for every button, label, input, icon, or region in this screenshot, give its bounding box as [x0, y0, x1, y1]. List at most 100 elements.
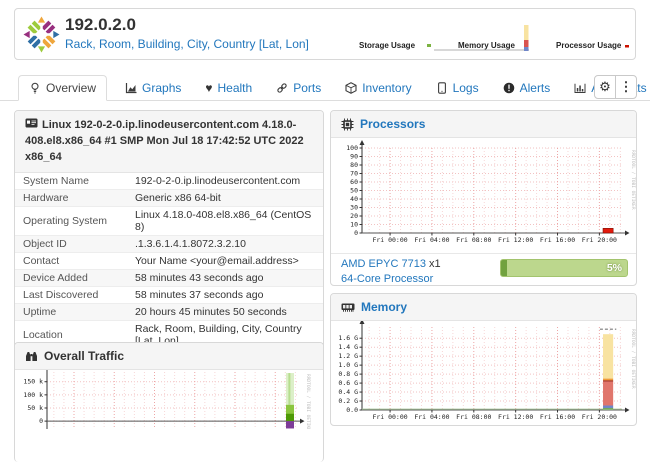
device-header-panel: 192.0.2.0 Rack, Room, Building, City, Co…	[14, 8, 636, 60]
kebab-menu-icon: ⋮	[620, 79, 633, 95]
svg-text:1.0 G: 1.0 G	[338, 361, 358, 369]
tablet-icon	[436, 82, 448, 94]
svg-text:60: 60	[350, 178, 358, 186]
svg-text:0.0: 0.0	[346, 406, 358, 414]
svg-text:0: 0	[39, 417, 43, 425]
row-value: Your Name <your@email.address>	[127, 252, 323, 269]
memory-graph[interactable]: 0.00.2 G0.4 G0.6 G0.8 G1.0 G1.2 G1.4 G1.…	[331, 321, 636, 431]
svg-text:1.2 G: 1.2 G	[338, 352, 358, 360]
svg-text:70: 70	[350, 170, 358, 178]
tab-inventory[interactable]: Inventory	[343, 76, 413, 100]
row-value: 20 hours 45 minutes 50 seconds	[127, 303, 323, 320]
device-title: 192.0.2.0	[65, 15, 136, 35]
svg-text:Fri 16:00: Fri 16:00	[540, 236, 575, 244]
svg-text:10: 10	[350, 221, 358, 229]
row-label: Object ID	[15, 235, 127, 252]
cpu-row: AMD EPYC 7713 x1 64-Core Processor 5%	[331, 253, 636, 291]
memory-panel-header: Memory	[331, 294, 636, 321]
svg-text:150 k: 150 k	[23, 378, 43, 386]
svg-text:100: 100	[346, 144, 358, 152]
svg-text:50: 50	[350, 187, 358, 195]
svg-text:0.2 G: 0.2 G	[338, 397, 358, 405]
table-row: Device Added58 minutes 43 seconds ago	[15, 269, 323, 286]
svg-text:Fri 04:00: Fri 04:00	[414, 236, 449, 244]
processor-usage-sparkline[interactable]	[623, 44, 631, 50]
overall-traffic-graph[interactable]: 0 50 k 100 k 150 k RRDTOOL / TOBI OETIKER	[15, 370, 323, 434]
svg-text:1.4 G: 1.4 G	[338, 343, 358, 351]
memory-icon	[341, 301, 355, 313]
traffic-panel-title: Overall Traffic	[44, 349, 124, 363]
link-icon	[276, 82, 288, 94]
svg-text:RRDTOOL / TOBI OETIKER: RRDTOOL / TOBI OETIKER	[630, 329, 636, 389]
svg-text:100 k: 100 k	[23, 391, 43, 399]
system-title: Linux 192-0-2-0.ip.linodeusercontent.com…	[25, 119, 304, 163]
tab-ports[interactable]: Ports	[274, 76, 323, 100]
svg-text:1.6 G: 1.6 G	[338, 334, 358, 342]
cpu-usage-fill	[501, 260, 507, 276]
bar-chart-icon	[574, 82, 586, 94]
row-label: Device Added	[15, 269, 127, 286]
area-chart-icon	[125, 82, 137, 94]
cpu-usage-bar: 5%	[500, 259, 628, 277]
row-label: Hardware	[15, 189, 127, 206]
svg-text:Fri 08:00: Fri 08:00	[456, 236, 491, 244]
row-label: Last Discovered	[15, 286, 127, 303]
alert-circle-icon	[503, 82, 515, 94]
tab-health[interactable]: ♥ Health	[203, 76, 254, 100]
system-panel-header: Linux 192-0-2-0.ip.linodeusercontent.com…	[15, 111, 323, 173]
svg-text:Fri 08:00: Fri 08:00	[456, 413, 491, 421]
storage-usage-sparkline[interactable]	[425, 43, 433, 49]
device-location-link[interactable]: Rack, Room, Building, City, Country [Lat…	[65, 37, 309, 51]
row-value: 58 minutes 37 seconds ago	[127, 286, 323, 303]
row-value: 192-0-2-0.ip.linodeusercontent.com	[127, 173, 323, 190]
system-info-panel: Linux 192-0-2-0.ip.linodeusercontent.com…	[14, 110, 324, 371]
svg-text:0.6 G: 0.6 G	[338, 379, 358, 387]
table-row: HardwareGeneric x86 64-bit	[15, 189, 323, 206]
cpu-multiplier: x1	[429, 258, 441, 270]
svg-text:RRDTOOL / TOBI OETIKER: RRDTOOL / TOBI OETIKER	[305, 374, 311, 429]
settings-button[interactable]: ⚙	[594, 75, 616, 99]
binoculars-icon	[25, 350, 38, 362]
processors-panel-header: Processors	[331, 111, 636, 138]
device-tabbar: Overview Graphs ♥ Health Ports Inventory	[0, 73, 650, 101]
svg-text:0.4 G: 0.4 G	[338, 388, 358, 396]
cpu-name-link[interactable]: AMD EPYC 7713	[341, 257, 426, 272]
table-row: Last Discovered58 minutes 37 seconds ago	[15, 286, 323, 303]
svg-text:Fri 12:00: Fri 12:00	[498, 236, 533, 244]
row-label: Contact	[15, 252, 127, 269]
processors-graph[interactable]: 0102030405060708090100Fri 00:00Fri 04:00…	[331, 138, 636, 253]
memory-panel-title[interactable]: Memory	[361, 300, 407, 314]
cube-icon	[345, 82, 357, 94]
table-row: System Name192-0-2-0.ip.linodeuserconten…	[15, 173, 323, 190]
row-value: 58 minutes 43 seconds ago	[127, 269, 323, 286]
system-attributes-table: System Name192-0-2-0.ip.linodeuserconten…	[15, 173, 323, 370]
traffic-panel-header: Overall Traffic	[15, 343, 323, 370]
tab-overview[interactable]: Overview	[18, 75, 107, 101]
svg-text:50 k: 50 k	[27, 404, 43, 412]
memory-panel: Memory 0.00.2 G0.4 G0.6 G0.8 G1.0 G1.2 G…	[330, 293, 637, 426]
svg-text:Fri 04:00: Fri 04:00	[414, 413, 449, 421]
svg-text:Fri 00:00: Fri 00:00	[372, 236, 407, 244]
tab-graphs[interactable]: Graphs	[123, 76, 183, 100]
row-label: System Name	[15, 173, 127, 190]
row-label: Uptime	[15, 303, 127, 320]
lightbulb-icon	[29, 82, 41, 94]
svg-text:80: 80	[350, 161, 358, 169]
tab-logs[interactable]: Logs	[434, 76, 481, 100]
svg-text:0: 0	[354, 229, 358, 237]
processors-panel-title[interactable]: Processors	[360, 117, 425, 131]
svg-text:Fri 16:00: Fri 16:00	[540, 413, 575, 421]
row-label: Operating System	[15, 206, 127, 235]
svg-text:Fri 20:00: Fri 20:00	[582, 236, 617, 244]
svg-text:Fri 12:00: Fri 12:00	[498, 413, 533, 421]
svg-text:40: 40	[350, 195, 358, 203]
more-menu-button[interactable]: ⋮	[615, 75, 637, 99]
memory-usage-label: Memory Usage	[458, 41, 515, 50]
row-value: Generic x86 64-bit	[127, 189, 323, 206]
tab-alerts[interactable]: Alerts	[501, 76, 553, 100]
table-row: Operating SystemLinux 4.18.0-408.el8.x86…	[15, 206, 323, 235]
processor-usage-label: Processor Usage	[556, 41, 621, 50]
cpu-description-link[interactable]: 64-Core Processor	[341, 273, 433, 285]
table-row: Object ID.1.3.6.1.4.1.8072.3.2.10	[15, 235, 323, 252]
microchip-icon	[341, 118, 354, 131]
